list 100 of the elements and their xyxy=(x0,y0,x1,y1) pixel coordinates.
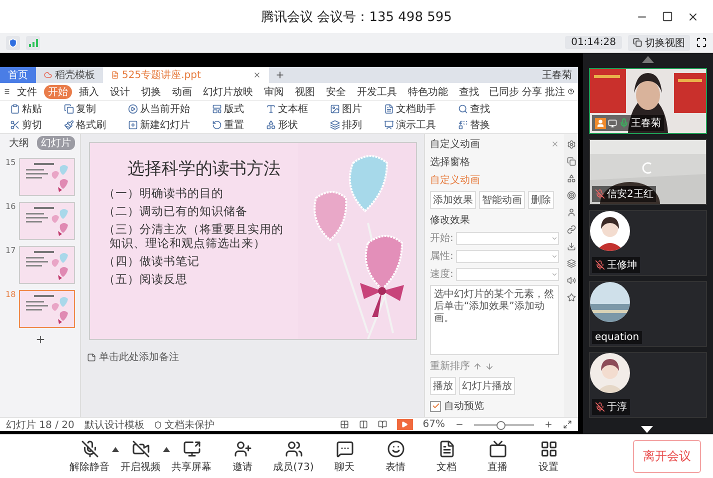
ribbon-button[interactable]: 文本框 xyxy=(266,102,308,116)
switch-view-button[interactable]: 切换视图 xyxy=(628,34,690,50)
menu-link[interactable]: 分享 xyxy=(522,84,542,98)
scroll-up-icon[interactable] xyxy=(642,56,654,63)
ribbon-button[interactable]: 版式 xyxy=(212,102,244,116)
slideshow-button[interactable]: 幻灯片播放 xyxy=(459,377,515,395)
menu-tab[interactable]: 查找 xyxy=(455,84,483,98)
checkbox[interactable] xyxy=(430,400,441,412)
toolbar-button[interactable]: 直播 xyxy=(488,440,508,474)
ribbon-button[interactable]: 粘贴 xyxy=(10,102,42,116)
menu-tab[interactable]: 幻灯片放映 xyxy=(199,84,257,98)
ribbon-button[interactable]: 演示工具 xyxy=(384,118,436,132)
toolbar-button[interactable]: 设置 xyxy=(538,440,558,474)
ribbon-button[interactable]: 复制 xyxy=(64,102,106,116)
download-icon[interactable] xyxy=(566,242,576,251)
menu-link[interactable]: 已同步 xyxy=(489,84,519,98)
ribbon-button[interactable]: 剪切 xyxy=(10,118,42,132)
menu-tab[interactable]: 开发工具 xyxy=(353,84,401,98)
ribbon-button[interactable]: 图片 xyxy=(330,102,362,116)
columns-view-icon[interactable] xyxy=(358,420,368,429)
ribbon-button[interactable]: 替换 xyxy=(458,118,490,132)
menu-link[interactable]: 批注 xyxy=(545,84,565,98)
participant-tile[interactable]: 王春菊 xyxy=(589,68,707,134)
target-icon[interactable] xyxy=(566,191,576,200)
slideshow-play-button[interactable] xyxy=(396,419,413,430)
participant-tile[interactable]: 信安2王红 xyxy=(589,139,707,205)
layers-icon[interactable] xyxy=(566,259,576,268)
settings-icon[interactable] xyxy=(566,140,576,149)
play-button[interactable]: 播放 xyxy=(430,377,456,395)
down-arrow-icon[interactable] xyxy=(485,362,494,370)
zoom-slider-thumb[interactable] xyxy=(496,420,506,430)
maximize-icon[interactable] xyxy=(662,10,673,22)
dropdown-field[interactable] xyxy=(456,232,559,244)
selection-pane-link[interactable]: 选择窗格 xyxy=(430,155,559,169)
toolbar-button[interactable]: 解除静音 xyxy=(70,440,110,474)
toolbar-button[interactable]: 文档 xyxy=(436,440,456,474)
zoom-level[interactable]: 67% xyxy=(422,419,445,430)
dropdown-field[interactable] xyxy=(456,250,559,262)
pane-button[interactable]: 智能动画 xyxy=(479,191,525,209)
slide-thumbnail[interactable] xyxy=(18,202,74,240)
participant-tile[interactable]: 于淳 xyxy=(589,352,707,418)
toolbar-button[interactable]: 成员(73) xyxy=(273,440,314,474)
ribbon-button[interactable]: 查找 xyxy=(458,102,490,116)
toolbar-button[interactable]: 邀请 xyxy=(232,440,252,474)
pane-button[interactable]: 添加效果 xyxy=(430,191,476,209)
ribbon-button[interactable]: 形状 xyxy=(266,118,308,132)
ribbon-button[interactable]: 新建幻灯片 xyxy=(128,118,190,132)
menu-tab[interactable]: 动画 xyxy=(168,84,196,98)
slide-thumbnail[interactable] xyxy=(18,290,74,328)
menu-icon[interactable] xyxy=(4,87,10,96)
close-icon[interactable] xyxy=(253,71,261,79)
ribbon-button[interactable]: 排列 xyxy=(330,118,362,132)
caret-icon[interactable] xyxy=(163,446,170,452)
speaker-icon[interactable] xyxy=(566,276,576,285)
menu-tab[interactable]: 插入 xyxy=(75,84,103,98)
link-icon[interactable] xyxy=(566,225,576,234)
participant-tile[interactable]: equation xyxy=(589,281,707,347)
field-label: 属性: xyxy=(430,250,454,263)
grid-view-icon[interactable] xyxy=(340,420,349,429)
security-button[interactable] xyxy=(6,36,20,50)
shapes-icon[interactable] xyxy=(566,174,576,183)
add-slide-button[interactable] xyxy=(34,334,46,345)
slide-thumbnail[interactable] xyxy=(18,158,74,196)
replace-icon xyxy=(458,120,468,130)
caret-icon[interactable] xyxy=(112,446,119,452)
close-icon[interactable] xyxy=(687,10,699,22)
help-icon[interactable] xyxy=(568,87,574,96)
star-icon[interactable] xyxy=(566,293,576,302)
menu-tab[interactable]: 文件 xyxy=(13,84,41,98)
notes-placeholder[interactable]: 单击此处添加备注 xyxy=(87,350,179,364)
document-tab[interactable]: 首页 xyxy=(0,67,36,83)
menu-tab[interactable]: 设计 xyxy=(106,84,134,98)
slide-thumbnail[interactable] xyxy=(18,246,74,284)
participant-tile[interactable]: 王修坤 xyxy=(589,210,707,276)
ribbon-button[interactable]: 重置 xyxy=(212,118,244,132)
menu-tab[interactable]: 视图 xyxy=(291,84,319,98)
fit-icon[interactable] xyxy=(563,420,572,429)
menu-tab[interactable]: 安全 xyxy=(322,84,350,98)
ribbon-button[interactable]: 格式刷 xyxy=(64,118,106,132)
leave-meeting-button[interactable]: 离开会议 xyxy=(633,440,701,473)
new-tab-icon[interactable] xyxy=(275,70,285,80)
ribbon-button[interactable]: 从当前开始 xyxy=(128,102,190,116)
menu-tab[interactable]: 特色功能 xyxy=(404,84,452,98)
up-arrow-icon[interactable] xyxy=(473,362,482,370)
person-icon[interactable] xyxy=(566,208,576,217)
panel-tab[interactable]: 大纲 xyxy=(5,136,33,150)
toolbar-button[interactable]: 开启视频 xyxy=(120,440,160,474)
zoom-in-icon[interactable] xyxy=(544,420,553,429)
ribbon-button[interactable]: 文档助手 xyxy=(384,102,436,116)
pane-button[interactable]: 删除 xyxy=(528,191,554,209)
menu-tab[interactable]: 切换 xyxy=(137,84,165,98)
toolbar-button[interactable]: 表情 xyxy=(386,440,406,474)
menu-tab[interactable]: 审阅 xyxy=(260,84,288,98)
dropdown-field[interactable] xyxy=(456,268,559,280)
copy-icon[interactable] xyxy=(566,157,576,166)
toolbar-button[interactable]: 聊天 xyxy=(334,440,354,474)
document-tab[interactable]: 稻壳模板 xyxy=(36,67,103,83)
fullscreen-icon[interactable] xyxy=(696,37,707,48)
toolbar-button[interactable]: 共享屏幕 xyxy=(172,440,212,474)
reading-view-icon[interactable] xyxy=(378,420,387,429)
